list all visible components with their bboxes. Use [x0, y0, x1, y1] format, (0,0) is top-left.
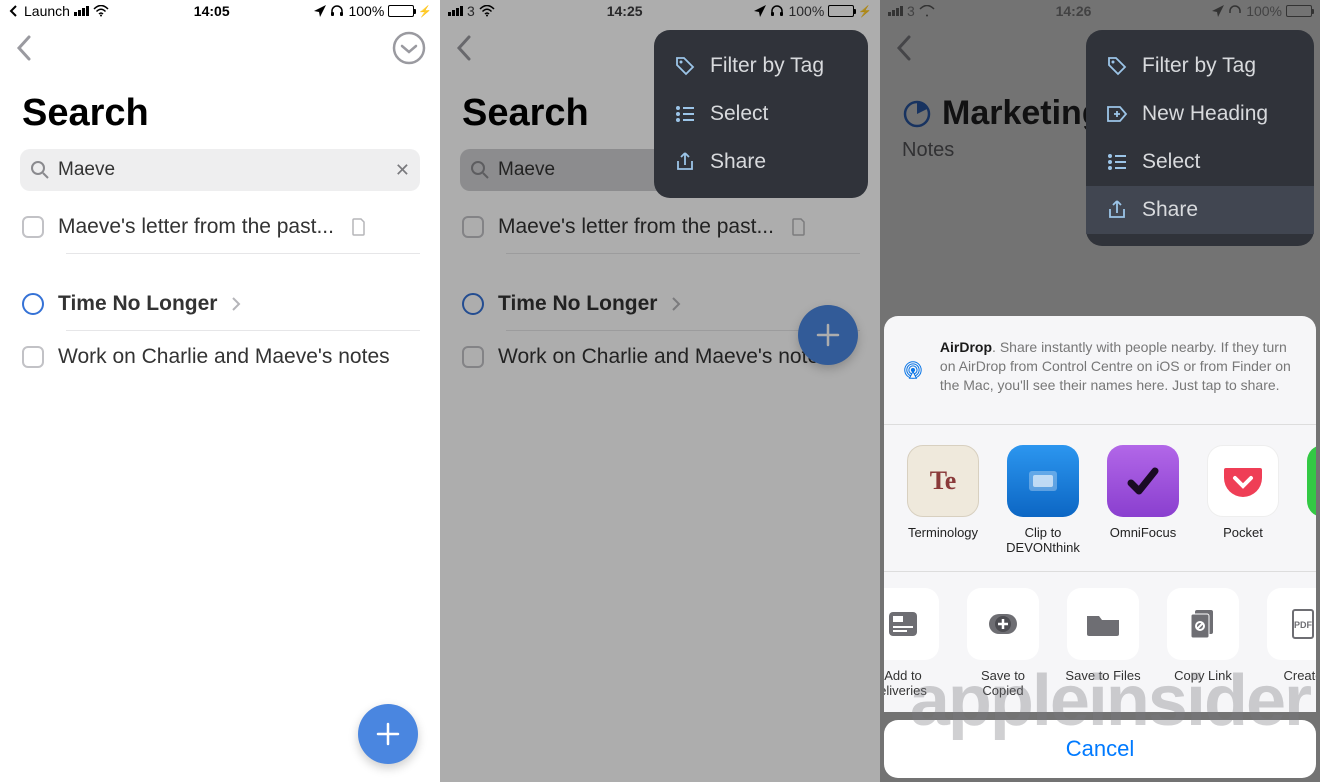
share-actions-row[interactable]: Add to eliveries Save to Copied Save to … [884, 571, 1316, 712]
back-icon[interactable] [14, 33, 36, 63]
airdrop-icon [902, 338, 924, 402]
location-icon [314, 5, 326, 17]
share-apps-row[interactable]: Te Terminology Clip to DEVONthink OmniFo… [884, 424, 1316, 571]
action-label: Copy Link [1164, 668, 1242, 683]
share-icon [1106, 199, 1128, 221]
action-label: Save to Files [1064, 668, 1142, 683]
deliveries-icon [884, 602, 925, 646]
action-label: Create [1264, 668, 1316, 683]
select-icon [1106, 151, 1128, 173]
menu-label: Share [710, 150, 766, 174]
action-copy-link[interactable]: Copy Link [1164, 588, 1242, 698]
results-list: Maeve's letter from the past... Time No … [0, 191, 440, 383]
menu-filter-by-tag[interactable]: Filter by Tag [654, 42, 868, 90]
pdf-icon: PDF [1281, 602, 1316, 646]
action-save-files[interactable]: Save to Files [1064, 588, 1142, 698]
document-icon [352, 218, 366, 236]
share-app[interactable]: Te Terminology [904, 445, 982, 555]
result-item[interactable]: Work on Charlie and Maeve's notes [20, 331, 420, 383]
menu-label: Share [1142, 198, 1198, 222]
phone-screen-3: 3 14:26 100% Marketing Notes Filter by T… [880, 0, 1320, 782]
share-app-partial[interactable] [1304, 445, 1316, 555]
menu-select[interactable]: Select [654, 90, 868, 138]
chevron-right-icon [231, 296, 241, 312]
radio-icon[interactable] [22, 293, 44, 315]
clear-icon[interactable]: ✕ [395, 160, 410, 181]
search-box[interactable]: ✕ [20, 149, 420, 191]
devonthink-icon [1007, 445, 1079, 517]
menu-label: Filter by Tag [1142, 54, 1256, 78]
signal-icon [74, 6, 89, 16]
link-icon [1181, 602, 1225, 646]
result-text: Work on Charlie and Maeve's notes [58, 345, 390, 369]
result-item[interactable]: Maeve's letter from the past... [20, 201, 420, 253]
page-title: Search [0, 74, 440, 149]
airdrop-section[interactable]: AirDrop. Share instantly with people nea… [884, 316, 1316, 424]
menu-filter-by-tag[interactable]: Filter by Tag [1086, 42, 1314, 90]
plus-heading-icon [1106, 103, 1128, 125]
action-label: Save to Copied [964, 668, 1042, 698]
action-create-pdf[interactable]: PDF Create [1264, 588, 1316, 698]
folder-icon [1081, 602, 1125, 646]
action-save-copied[interactable]: Save to Copied [964, 588, 1042, 698]
action-add-deliveries[interactable]: Add to eliveries [884, 588, 942, 698]
app-label: Clip to DEVONthink [1004, 525, 1082, 555]
pocket-icon [1207, 445, 1279, 517]
search-icon [30, 160, 50, 180]
menu-new-heading[interactable]: New Heading [1086, 90, 1314, 138]
terminology-icon: Te [907, 445, 979, 517]
share-app[interactable]: OmniFocus [1104, 445, 1182, 555]
plus-icon [373, 719, 403, 749]
omnifocus-icon [1107, 445, 1179, 517]
add-button[interactable] [358, 704, 418, 764]
dropdown-menu: Filter by Tag Select Share [654, 30, 868, 198]
battery-icon [388, 5, 414, 17]
share-icon [674, 151, 696, 173]
cancel-button[interactable]: Cancel [884, 720, 1316, 778]
tag-icon [674, 55, 696, 77]
menu-share[interactable]: Share [1086, 186, 1314, 234]
search-input[interactable] [58, 159, 387, 181]
checkbox-icon[interactable] [22, 346, 44, 368]
menu-label: New Heading [1142, 102, 1268, 126]
select-icon [674, 103, 696, 125]
share-app[interactable]: Pocket [1204, 445, 1282, 555]
action-label: Add to eliveries [884, 668, 942, 698]
app-label: Terminology [904, 525, 982, 540]
partial-app-icon [1307, 445, 1316, 517]
result-text: Maeve's letter from the past... [58, 215, 334, 239]
app-label: Pocket [1204, 525, 1282, 540]
menu-label: Filter by Tag [710, 54, 824, 78]
result-text: Time No Longer [58, 292, 217, 316]
wifi-icon [93, 5, 109, 17]
phone-screen-1: Launch 14:05 100% ⚡ Search ✕ Maeve's let… [0, 0, 440, 782]
checkbox-icon[interactable] [22, 216, 44, 238]
menu-label: Select [1142, 150, 1200, 174]
battery-pct: 100% [348, 3, 384, 19]
status-time: 14:05 [109, 3, 315, 19]
status-bar: Launch 14:05 100% ⚡ [0, 0, 440, 22]
menu-label: Select [710, 102, 768, 126]
back-app-icon [8, 5, 20, 17]
menu-share[interactable]: Share [654, 138, 868, 186]
dropdown-menu: Filter by Tag New Heading Select Share [1086, 30, 1314, 246]
airdrop-text: AirDrop. Share instantly with people nea… [940, 338, 1298, 395]
result-item[interactable]: Time No Longer [20, 278, 420, 330]
back-app-label[interactable]: Launch [24, 3, 70, 19]
nav-bar [0, 22, 440, 74]
app-label: OmniFocus [1104, 525, 1182, 540]
copied-icon [981, 602, 1025, 646]
headphones-icon [330, 5, 344, 17]
phone-screen-2: 3 14:25 100% ⚡ Search Maeve's letter fro… [440, 0, 880, 782]
svg-text:PDF: PDF [1294, 620, 1313, 630]
charging-icon: ⚡ [418, 5, 432, 18]
tag-icon [1106, 55, 1128, 77]
menu-select[interactable]: Select [1086, 138, 1314, 186]
share-sheet: AirDrop. Share instantly with people nea… [880, 316, 1320, 782]
menu-circle-icon[interactable] [392, 31, 426, 65]
share-app[interactable]: Clip to DEVONthink [1004, 445, 1082, 555]
